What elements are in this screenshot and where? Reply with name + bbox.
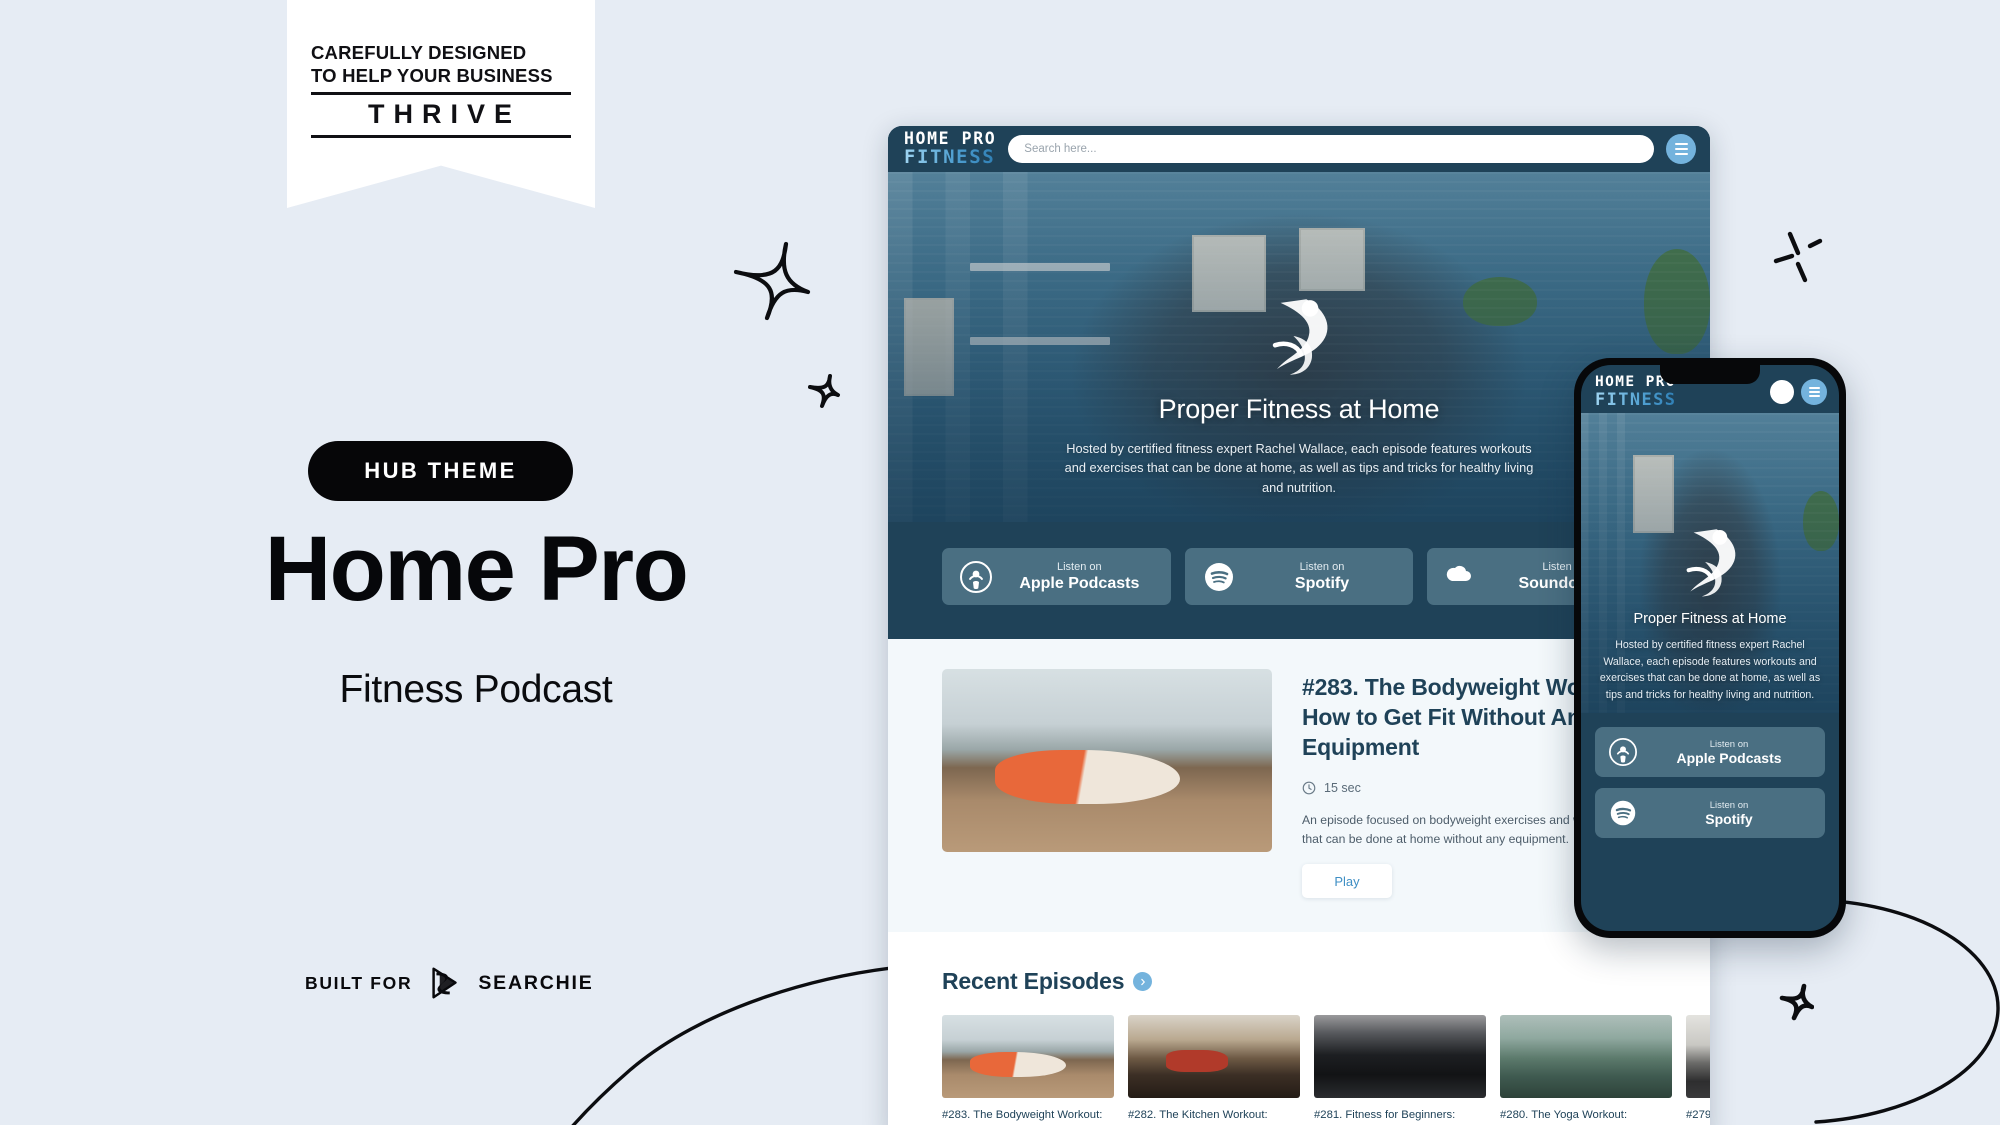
phone-screen: HOME PRO FITNESS Proper Fitness at Home … xyxy=(1581,365,1839,931)
chevron-right-icon[interactable] xyxy=(1133,972,1153,992)
mobile-listen-buttons: Listen on Apple Podcasts Listen on Spoti… xyxy=(1581,713,1839,838)
hamburger-menu-icon[interactable] xyxy=(1801,379,1827,405)
searchie-play-mark-icon xyxy=(432,967,458,999)
episode-card[interactable]: #280. The Yoga Workout: Stretching, Medi… xyxy=(1500,1015,1672,1125)
site-logo-line-2: FITNESS xyxy=(904,145,996,168)
ribbon-line-2: TO HELP YOUR BUSINESS xyxy=(311,64,553,86)
episode-thumbnail xyxy=(1128,1015,1300,1099)
featured-episode-thumbnail[interactable] xyxy=(942,669,1272,852)
episode-title: #283. The Bodyweight Workout: How to Get… xyxy=(942,1109,1103,1122)
hub-theme-badge: HUB THEME xyxy=(308,441,573,501)
mobile-phone-mockup: HOME PRO FITNESS Proper Fitness at Home … xyxy=(1574,358,1846,938)
sparkle-burst-decoration xyxy=(1773,231,1823,283)
listen-on-spotify-button[interactable]: Listen on Spotify xyxy=(1184,548,1414,605)
episode-title: #281. Fitness for Beginners: Getting Sta… xyxy=(1314,1109,1456,1122)
site-logo[interactable]: HOME PRO FITNESS xyxy=(904,131,996,167)
episode-title: #282. The Kitchen Workout: Cooking and F… xyxy=(1128,1109,1268,1122)
episode-thumbnail xyxy=(942,1015,1114,1099)
search-input[interactable]: Search here... xyxy=(1008,135,1654,163)
apple-podcasts-icon xyxy=(1609,738,1637,766)
phone-notch xyxy=(1660,365,1760,384)
star-large-decoration xyxy=(733,241,811,321)
built-for-brand: SEARCHIE xyxy=(478,971,594,994)
hero-title: Proper Fitness at Home xyxy=(1158,393,1440,424)
featured-episode-duration-label: 15 sec xyxy=(1324,780,1361,795)
listen-platform: Apple Podcasts xyxy=(1676,749,1782,766)
star-right-decoration xyxy=(1779,983,1814,1021)
episode-card[interactable]: #279. The Strength Training Workout xyxy=(1686,1015,1710,1125)
fitness-figure-logo-icon xyxy=(1686,529,1736,597)
recent-episodes-section: Recent Episodes #283. The Bodyweight Wor… xyxy=(888,932,1710,1125)
mobile-hero-content: Proper Fitness at Home Hosted by certifi… xyxy=(1581,521,1839,703)
clock-icon xyxy=(1302,781,1316,795)
search-placeholder: Search here... xyxy=(1024,143,1097,155)
listen-platform: Spotify xyxy=(1294,574,1350,592)
built-for-searchie: BUILT FOR SEARCHIE xyxy=(305,963,645,1003)
episode-title: #280. The Yoga Workout: Stretching, Medi… xyxy=(1500,1109,1628,1122)
apple-podcasts-icon xyxy=(960,560,992,593)
listen-on-spotify-button[interactable]: Listen on Spotify xyxy=(1595,788,1825,838)
site-header: HOME PRO FITNESS Search here... xyxy=(888,126,1710,172)
built-for-label: BUILT FOR xyxy=(305,972,413,993)
episode-thumbnail xyxy=(1314,1015,1486,1099)
spotify-icon xyxy=(1204,562,1233,591)
listen-platform: Spotify xyxy=(1705,810,1753,827)
mobile-hero-title: Proper Fitness at Home xyxy=(1633,611,1787,628)
star-small-decoration xyxy=(808,374,840,408)
play-button[interactable]: Play xyxy=(1302,864,1392,899)
thrive-ribbon-banner: CAREFULLY DESIGNED TO HELP YOUR BUSINESS… xyxy=(287,0,595,208)
listen-prefix: Listen on xyxy=(1709,738,1749,750)
soundcloud-icon xyxy=(1447,565,1472,581)
fitness-figure-logo-icon xyxy=(1272,298,1328,375)
episode-thumbnail xyxy=(1686,1015,1710,1099)
page-title: Home Pro xyxy=(264,518,689,620)
ribbon-thrive-word: THRIVE xyxy=(367,99,521,130)
mobile-logo-line-2: FITNESS xyxy=(1595,389,1677,410)
search-circle-icon[interactable] xyxy=(1770,380,1794,404)
page-subtitle: Fitness Podcast xyxy=(339,668,613,711)
mobile-hero-description: Hosted by certified fitness expert Rache… xyxy=(1599,639,1821,701)
spotify-icon xyxy=(1610,800,1636,826)
hub-theme-badge-label: HUB THEME xyxy=(364,458,517,483)
ribbon-divider-top xyxy=(311,92,571,96)
hero-description: Hosted by certified fitness expert Rache… xyxy=(1064,440,1534,496)
recent-episodes-heading: Recent Episodes xyxy=(942,968,1125,995)
listen-prefix: Listen on xyxy=(1057,561,1102,574)
episode-title: #279. The Strength Training Workout xyxy=(1686,1109,1710,1122)
listen-prefix: Listen on xyxy=(1299,561,1345,574)
ribbon-line-1: CAREFULLY DESIGNED xyxy=(311,42,527,63)
episode-card[interactable]: #281. Fitness for Beginners: Getting Sta… xyxy=(1314,1015,1486,1125)
listen-on-apple-podcasts-button[interactable]: Listen on Apple Podcasts xyxy=(942,548,1171,605)
mobile-hero-section: Proper Fitness at Home Hosted by certifi… xyxy=(1581,413,1839,713)
listen-on-apple-podcasts-button[interactable]: Listen on Apple Podcasts xyxy=(1595,727,1825,777)
episode-card[interactable]: #282. The Kitchen Workout: Cooking and F… xyxy=(1128,1015,1300,1125)
listen-platform: Apple Podcasts xyxy=(1019,574,1140,592)
recent-episodes-list: #283. The Bodyweight Workout: How to Get… xyxy=(942,1015,1710,1125)
episode-thumbnail xyxy=(1500,1015,1672,1099)
episode-card[interactable]: #283. The Bodyweight Workout: How to Get… xyxy=(942,1015,1114,1125)
ribbon-divider-bottom xyxy=(311,134,571,139)
hamburger-menu-icon[interactable] xyxy=(1666,134,1696,164)
recent-episodes-header: Recent Episodes xyxy=(942,968,1656,995)
play-button-label: Play xyxy=(1334,873,1360,889)
listen-prefix: Listen on xyxy=(1709,799,1749,811)
poster-canvas: CAREFULLY DESIGNED TO HELP YOUR BUSINESS… xyxy=(0,0,2000,1125)
